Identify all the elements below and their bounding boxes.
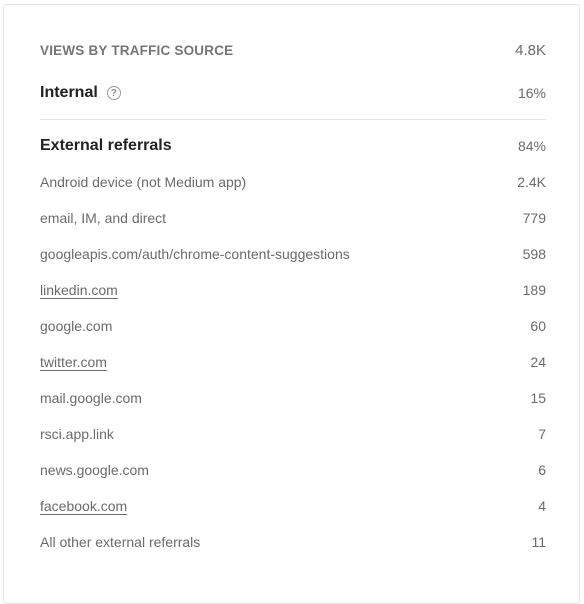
external-referrals-percentage: 84% [517,138,546,154]
referral-source-value: 15 [530,390,546,406]
traffic-source-title: VIEWS BY TRAFFIC SOURCE [40,42,234,58]
referral-source-value: 2.4K [517,174,546,190]
referral-source-link[interactable]: facebook.com [40,498,127,514]
referral-source-label: google.com [40,318,113,334]
total-views: 4.8K [515,41,546,59]
referral-source-value: 24 [530,354,546,370]
list-item: rsci.app.link 7 [40,416,546,452]
referral-source-label: mail.google.com [40,390,142,406]
list-item: linkedin.com 189 [40,272,546,308]
section-divider [40,119,546,120]
referral-source-label: All other external referrals [40,534,201,550]
list-item: email, IM, and direct 779 [40,200,546,236]
internal-percentage: 16% [517,85,546,101]
referral-source-link[interactable]: linkedin.com [40,282,118,298]
internal-label-group: Internal ? [40,84,121,102]
list-item: mail.google.com 15 [40,380,546,416]
referral-source-value: 11 [531,534,546,550]
list-item: facebook.com 4 [40,488,546,524]
list-item: Android device (not Medium app) 2.4K [40,164,546,200]
external-referrals-row: External referrals 84% [40,132,546,160]
referral-source-label: news.google.com [40,462,149,478]
referral-source-value: 779 [522,210,546,226]
referral-source-value: 7 [538,426,546,442]
internal-label: Internal [40,84,98,101]
internal-row: Internal ? 16% [40,79,546,107]
traffic-source-header: VIEWS BY TRAFFIC SOURCE 4.8K [40,40,546,60]
question-circle-icon[interactable]: ? [106,86,121,100]
referral-source-label: googleapis.com/auth/chrome-content-sugge… [40,246,350,262]
traffic-source-card: VIEWS BY TRAFFIC SOURCE 4.8K Internal ? … [3,4,580,604]
list-item: twitter.com 24 [40,344,546,380]
referral-source-label: Android device (not Medium app) [40,174,247,190]
traffic-source-content: VIEWS BY TRAFFIC SOURCE 4.8K Internal ? … [40,5,546,560]
list-item: All other external referrals 11 [40,524,546,560]
referral-source-value: 4 [538,498,546,514]
referral-source-list: Android device (not Medium app) 2.4K ema… [40,164,546,560]
list-item: news.google.com 6 [40,452,546,488]
referral-source-label: email, IM, and direct [40,210,167,226]
referral-source-value: 189 [522,282,546,298]
referral-source-link[interactable]: twitter.com [40,354,107,370]
external-referrals-label: External referrals [40,137,172,154]
referral-source-value: 598 [522,246,546,262]
referral-source-value: 60 [530,318,546,334]
referral-source-value: 6 [538,462,546,478]
list-item: google.com 60 [40,308,546,344]
referral-source-label: rsci.app.link [40,426,114,442]
list-item: googleapis.com/auth/chrome-content-sugge… [40,236,546,272]
